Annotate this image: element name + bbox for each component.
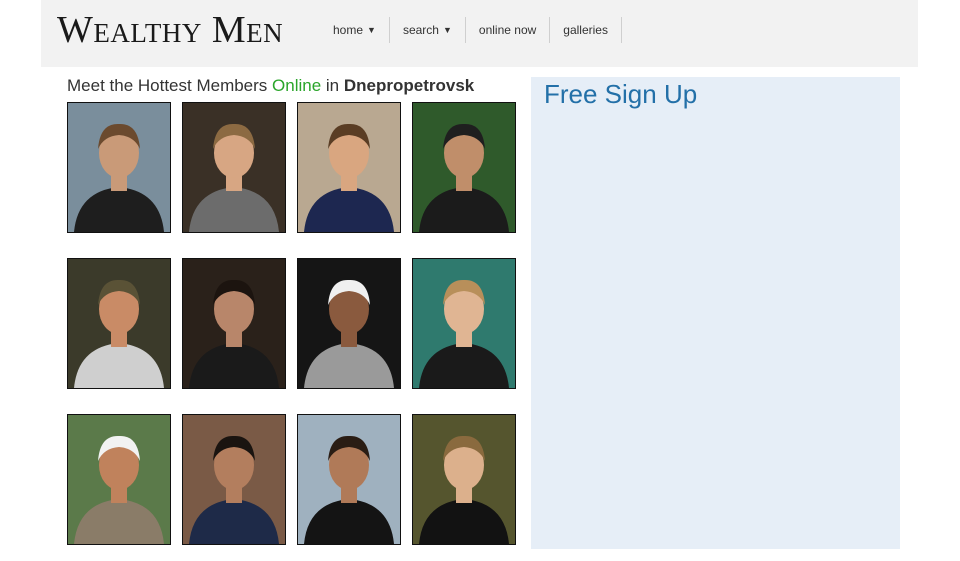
site-logo[interactable]: Wealthy Men [57, 8, 283, 52]
main-nav: home ▼ search ▼ online now galleries [320, 17, 622, 43]
headline-prefix: Meet the Hottest Members [67, 76, 273, 95]
member-photo[interactable] [412, 102, 516, 233]
member-photo[interactable] [412, 414, 516, 545]
member-portrait-image [68, 259, 170, 388]
page-title: Meet the Hottest Members Online in Dnepr… [67, 76, 474, 96]
signup-panel: Free Sign Up [531, 77, 900, 549]
member-portrait-image [68, 103, 170, 232]
member-photo-grid [67, 102, 519, 548]
nav-item-online-now[interactable]: online now [466, 17, 551, 43]
member-portrait-image [298, 103, 400, 232]
member-portrait-image [413, 259, 515, 388]
member-photo[interactable] [182, 414, 286, 545]
member-portrait-image [413, 103, 515, 232]
nav-item-search[interactable]: search ▼ [390, 17, 466, 43]
member-photo[interactable] [297, 258, 401, 389]
site-header: Wealthy Men home ▼ search ▼ online now g… [41, 0, 918, 67]
member-portrait-image [413, 415, 515, 544]
nav-item-label: search [402, 23, 439, 37]
headline-city: Dnepropetrovsk [343, 76, 475, 95]
member-photo[interactable] [297, 414, 401, 545]
signup-title: Free Sign Up [544, 79, 698, 109]
member-photo[interactable] [67, 414, 171, 545]
member-portrait-image [68, 415, 170, 544]
member-portrait-image [183, 415, 285, 544]
member-photo[interactable] [412, 258, 516, 389]
member-portrait-image [298, 415, 400, 544]
member-photo[interactable] [67, 258, 171, 389]
member-portrait-image [183, 103, 285, 232]
nav-item-label: online now [478, 23, 537, 37]
headline-online: Online [272, 76, 322, 95]
member-portrait-image [183, 259, 285, 388]
member-photo[interactable] [297, 102, 401, 233]
member-photo[interactable] [182, 258, 286, 389]
member-portrait-image [298, 259, 400, 388]
nav-item-galleries[interactable]: galleries [550, 17, 622, 43]
headline-in: in [321, 76, 344, 95]
caret-down-icon: ▼ [442, 25, 452, 35]
caret-down-icon: ▼ [367, 25, 376, 35]
nav-item-home[interactable]: home ▼ [320, 17, 390, 43]
member-photo[interactable] [67, 102, 171, 233]
nav-item-label: galleries [563, 23, 608, 37]
member-photo[interactable] [182, 102, 286, 233]
nav-item-label: home [333, 23, 364, 37]
